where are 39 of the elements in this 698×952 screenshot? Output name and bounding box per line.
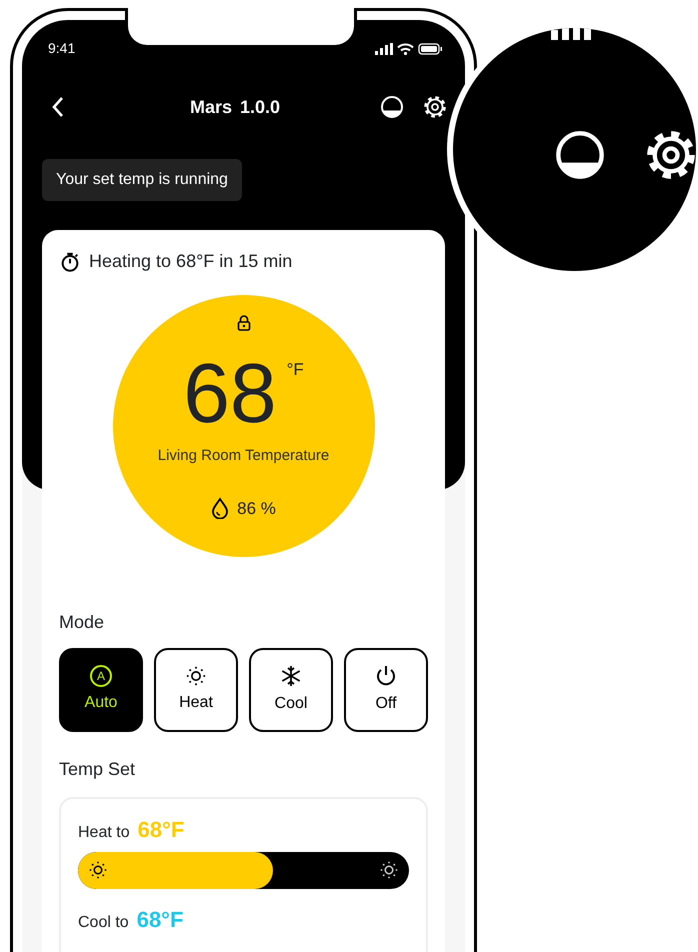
mode-button[interactable]: Cool (249, 648, 333, 732)
sun-icon (185, 665, 207, 687)
app-title: Mars (190, 96, 232, 118)
humidity-value: 86 % (237, 498, 276, 520)
sun-icon (88, 860, 108, 880)
setpoint-label: Cool to (78, 913, 129, 933)
ring-icon (380, 94, 404, 119)
settings-button[interactable] (423, 94, 447, 120)
mode-button[interactable]: A Auto (59, 648, 143, 732)
ring-button[interactable] (380, 94, 404, 120)
section-title: Temp Set (59, 758, 136, 781)
temperature-value: 68 (183, 351, 277, 435)
slider-track[interactable] (78, 852, 409, 889)
signal-icon (375, 42, 393, 54)
timer-icon (59, 250, 81, 272)
power-icon (374, 664, 398, 688)
snowflake-icon (279, 664, 303, 688)
wifi-icon (397, 42, 414, 54)
auto-icon: A (90, 665, 112, 687)
mode-button[interactable]: Heat (154, 648, 238, 732)
room-label: Living Room Temperature (158, 446, 330, 466)
setpoint-value: 68°F (138, 816, 184, 844)
sun-icon (379, 860, 399, 880)
settings-icon (423, 94, 447, 119)
battery-icon (418, 42, 443, 54)
setpoint-label: Heat to (78, 823, 130, 843)
status-text: Heating to 68°F in 15 min (89, 250, 292, 273)
section-title: Mode (59, 611, 106, 634)
status-time: 9:41 (48, 39, 76, 58)
ring-icon (554, 129, 606, 181)
toast-message: Your set temp is running (42, 159, 242, 201)
signal-icon (551, 28, 591, 40)
drop-icon (211, 497, 230, 520)
temperature-unit: °F (286, 359, 304, 381)
back-icon (50, 94, 66, 119)
back-button[interactable] (50, 94, 66, 120)
mode-button[interactable]: Off (344, 648, 428, 732)
version-label: 1.0.0 (240, 96, 280, 118)
setpoint-value: 68°F (136, 906, 184, 934)
